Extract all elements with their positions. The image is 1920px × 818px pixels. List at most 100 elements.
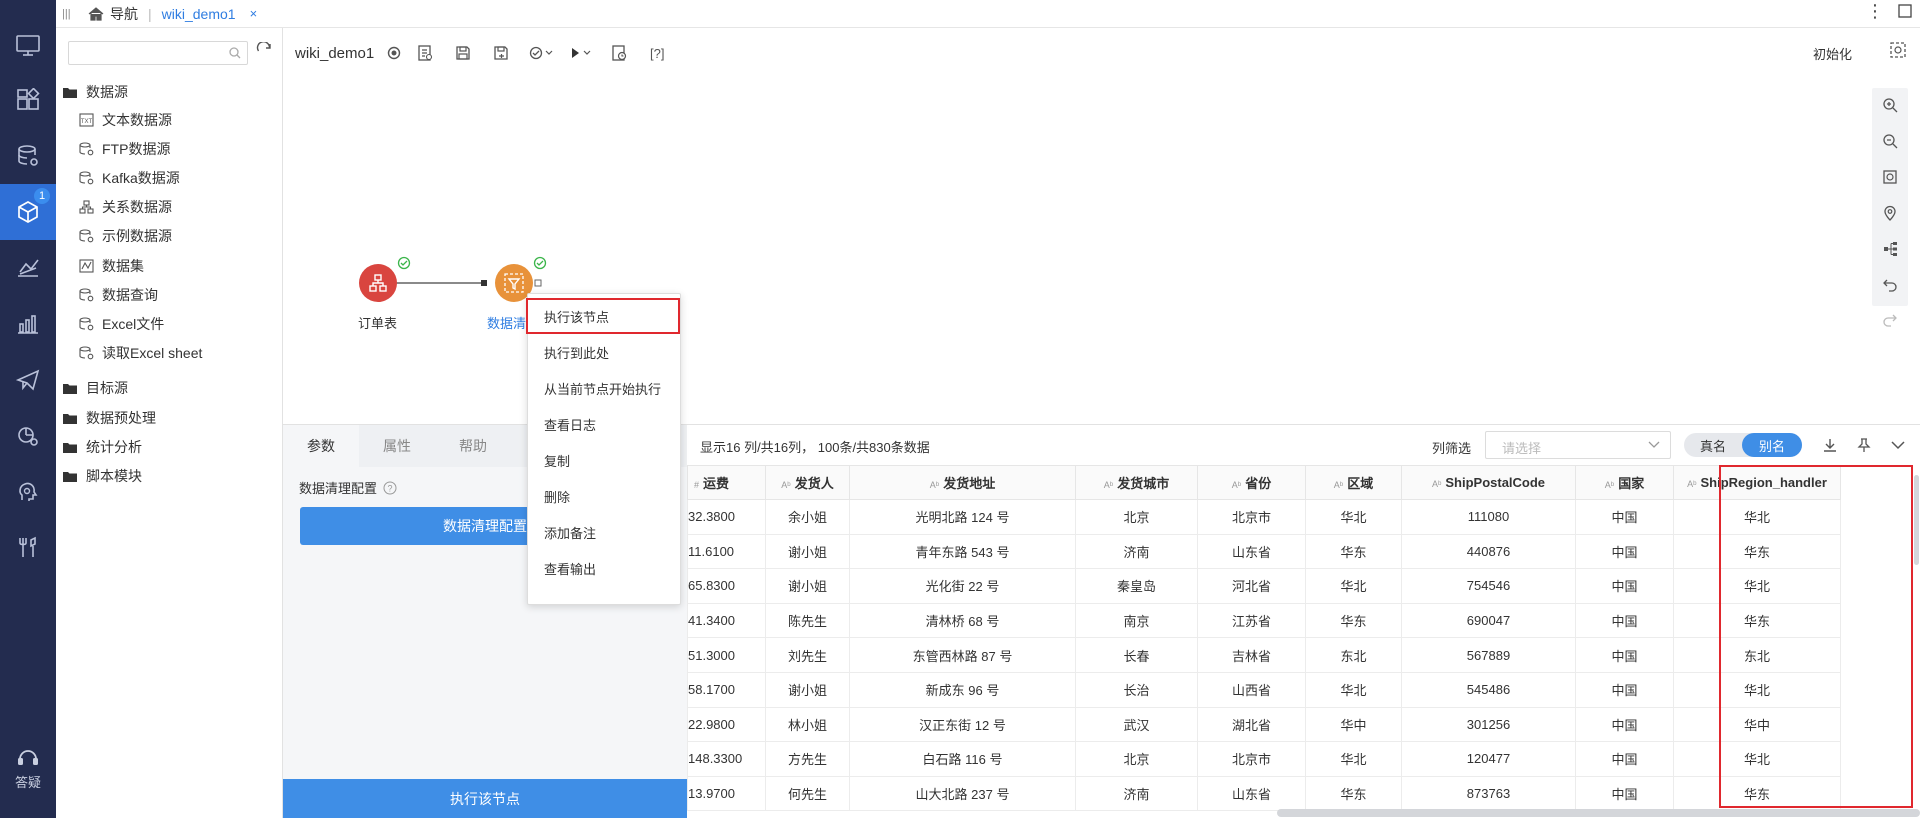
- table-row[interactable]: 13.9700 何先生 山大北路 237 号济南 山东省 华东 873763 中国 华东: [687, 775, 1841, 812]
- node-label-order-table: 订单表: [358, 316, 398, 331]
- column-header[interactable]: Aᵇ 发货人: [765, 465, 850, 500]
- location-icon[interactable]: [1872, 198, 1908, 228]
- tree-item[interactable]: Kafka数据源: [78, 168, 180, 188]
- column-type-icon: Aᵇ: [1231, 480, 1242, 490]
- data-mining-icon[interactable]: 1: [0, 184, 56, 240]
- context-menu-item[interactable]: 执行该节点: [526, 298, 680, 334]
- dashboard-icon[interactable]: [0, 72, 56, 128]
- table-row[interactable]: 65.8300 谢小姐 光化街 22 号秦皇岛 河北省 华北 754546 中国 华北: [687, 568, 1841, 604]
- table-row[interactable]: 41.3400 陈先生 清林桥 68 号南京 江苏省 华东 690047 中国 华东: [687, 602, 1841, 639]
- table-row[interactable]: 11.6100 谢小姐 青年东路 543 号济南 山东省 华东 440876 中国 华东: [687, 533, 1841, 570]
- tree-item[interactable]: 数据源: [62, 82, 128, 102]
- tree-item[interactable]: 脚本模块: [62, 466, 142, 486]
- context-menu-item[interactable]: 查看输出: [528, 550, 682, 586]
- collapse-icon[interactable]: [1890, 437, 1906, 453]
- tab-properties[interactable]: 属性: [359, 425, 435, 467]
- column-header[interactable]: Aᵇ ShipRegion_handler: [1673, 465, 1841, 500]
- column-header[interactable]: Aᵇ 发货城市: [1075, 465, 1198, 500]
- tree-item[interactable]: TXT 文本数据源: [78, 110, 172, 130]
- help-qa[interactable]: 答疑: [0, 746, 56, 806]
- nav-home-tab[interactable]: 导航: [88, 4, 138, 24]
- tree-item[interactable]: 关系数据源: [78, 197, 172, 217]
- vertical-scrollbar[interactable]: [1914, 475, 1919, 565]
- name-mode-toggle[interactable]: 真名 别名: [1684, 433, 1802, 457]
- context-menu-item[interactable]: 复制: [528, 442, 682, 478]
- window-icon[interactable]: [1898, 4, 1912, 18]
- download-icon[interactable]: [1822, 437, 1838, 453]
- tree-item-label: 文本数据源: [102, 112, 172, 128]
- bar-chart-icon[interactable]: [0, 296, 56, 352]
- model-settings-icon[interactable]: [0, 408, 56, 464]
- tab-params[interactable]: 参数: [283, 425, 359, 467]
- table-cell: 北京市: [1197, 499, 1306, 535]
- filter-node-icon: [504, 273, 524, 293]
- refresh-icon[interactable]: [256, 42, 272, 58]
- tree-item-label: 脚本模块: [86, 468, 142, 484]
- home-icon: [88, 6, 104, 21]
- table-row[interactable]: 32.3800 余小姐 光明北路 124 号北京 北京市 华北 111080 中国 华北: [687, 499, 1841, 535]
- zoom-out-icon[interactable]: [1872, 126, 1908, 156]
- tab-help[interactable]: 帮助: [435, 425, 511, 467]
- table-cell: 光明北路 124 号: [849, 499, 1076, 535]
- column-type-icon: Aᵇ: [1103, 480, 1114, 490]
- database-settings-icon[interactable]: [0, 128, 56, 184]
- tools-icon[interactable]: [0, 520, 56, 576]
- tree-item[interactable]: 示例数据源: [78, 226, 172, 246]
- fit-view-icon[interactable]: [1890, 42, 1906, 58]
- send-icon[interactable]: [0, 352, 56, 408]
- column-header[interactable]: Aᵇ ShipPostalCode: [1401, 465, 1576, 500]
- tree-item[interactable]: 数据集: [78, 256, 144, 276]
- zoom-in-icon[interactable]: [1872, 90, 1908, 120]
- table-row[interactable]: 22.9800 林小姐 汉正东街 12 号武汉 湖北省 华中 301256 中国 华中: [687, 706, 1841, 743]
- undo-icon[interactable]: [1872, 270, 1908, 300]
- table-cell: 华东: [1673, 775, 1841, 812]
- text-source-icon: TXT: [78, 112, 94, 128]
- run-node-button[interactable]: 执行该节点: [283, 779, 687, 818]
- table-cell: 山东省: [1197, 775, 1306, 812]
- tree-item[interactable]: 数据预处理: [62, 408, 156, 428]
- close-tab-icon[interactable]: ×: [250, 6, 258, 21]
- folder-icon: [62, 410, 78, 426]
- table-row[interactable]: 58.1700 谢小姐 新成东 96 号长治 山西省 华北 545486 中国 华北: [687, 671, 1841, 708]
- fit-screen-icon[interactable]: [1872, 162, 1908, 192]
- question-icon[interactable]: ?: [383, 481, 397, 495]
- table-cell: 青年东路 543 号: [849, 533, 1076, 570]
- brain-settings-icon[interactable]: [0, 464, 56, 520]
- table-row[interactable]: 51.3000 刘先生 东管西林路 87 号长春 吉林省 东北 567889 中国 东北: [687, 637, 1841, 673]
- order-table-node[interactable]: [359, 264, 397, 302]
- tree-item[interactable]: 数据查询: [78, 285, 158, 305]
- column-filter-label: 列筛选: [1432, 441, 1472, 456]
- tree-item-label: 统计分析: [86, 439, 142, 455]
- column-header[interactable]: # 运费: [687, 465, 766, 500]
- tree-item[interactable]: FTP数据源: [78, 139, 170, 159]
- grip-icon[interactable]: |||: [62, 8, 72, 20]
- column-header[interactable]: Aᵇ 发货地址: [849, 465, 1076, 500]
- analysis-icon[interactable]: [0, 240, 56, 296]
- context-menu-item[interactable]: 执行到此处: [528, 334, 682, 370]
- table-row[interactable]: 148.3300 方先生 白石路 116 号北京 北京市 华北 120477 中国 华北: [687, 741, 1841, 777]
- context-menu-item[interactable]: 删除: [528, 478, 682, 514]
- redo-icon[interactable]: [1872, 306, 1908, 334]
- tree-search-input[interactable]: [68, 41, 248, 65]
- monitor-icon[interactable]: [0, 18, 56, 74]
- column-header[interactable]: Aᵇ 省份: [1197, 465, 1306, 500]
- context-menu-item[interactable]: 查看日志: [528, 406, 682, 442]
- tree-item[interactable]: 统计分析: [62, 437, 142, 457]
- toggle-alias[interactable]: 别名: [1742, 433, 1802, 457]
- toggle-real-name[interactable]: 真名: [1684, 433, 1742, 457]
- context-menu-item[interactable]: 添加备注: [528, 514, 682, 550]
- data-table[interactable]: # 运费 Aᵇ 发货人 Aᵇ 发货地址 Aᵇ 发货城市 Aᵇ 省份 Aᵇ 区域 Aᵇ ShipPostal…: [687, 465, 1920, 818]
- more-menu-icon[interactable]: ⋮: [1866, 2, 1884, 20]
- init-button[interactable]: 初始化: [1813, 44, 1852, 63]
- context-menu-item[interactable]: 从当前节点开始执行: [528, 370, 682, 406]
- column-header[interactable]: Aᵇ 国家: [1575, 465, 1674, 500]
- tree-item[interactable]: 读取Excel sheet: [78, 343, 202, 363]
- pin-icon[interactable]: [1856, 437, 1872, 453]
- tree-item[interactable]: 目标源: [62, 378, 128, 398]
- tab-wiki-demo1[interactable]: wiki_demo1: [162, 6, 236, 22]
- tree-item[interactable]: Excel文件: [78, 314, 164, 334]
- column-filter-select[interactable]: 请选择: [1485, 431, 1671, 459]
- layout-tree-icon[interactable]: [1872, 234, 1908, 264]
- column-header[interactable]: Aᵇ 区域: [1305, 465, 1402, 500]
- horizontal-scrollbar[interactable]: [1277, 809, 1920, 817]
